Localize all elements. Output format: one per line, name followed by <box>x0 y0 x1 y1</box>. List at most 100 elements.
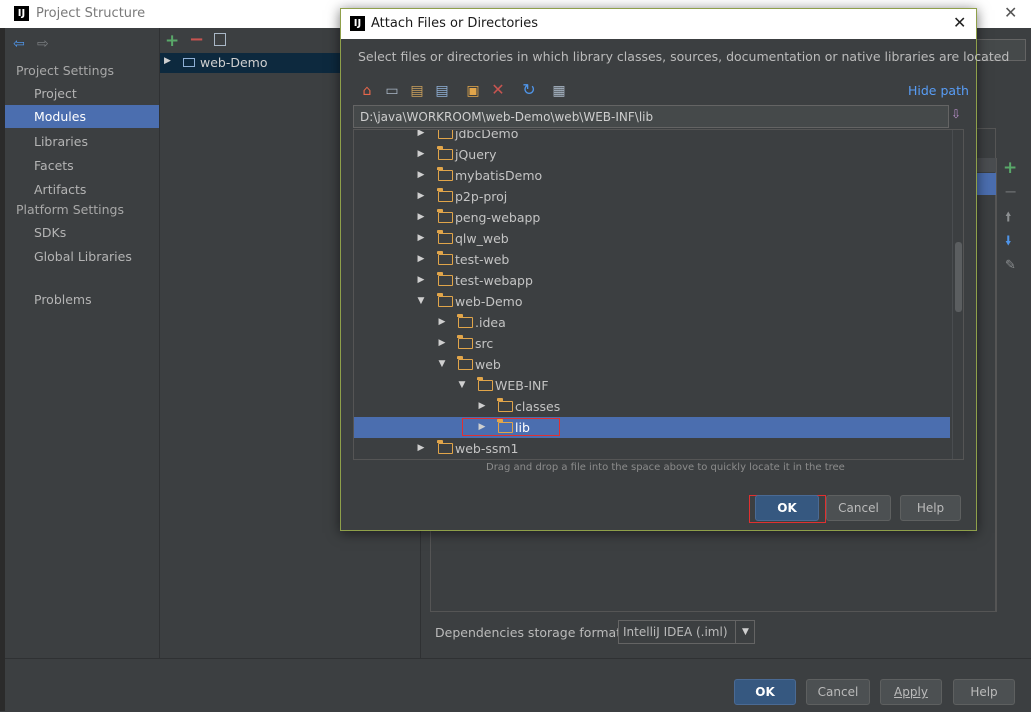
home-icon[interactable]: ⌂ <box>358 83 376 101</box>
expanded-arrow-icon[interactable]: ▼ <box>416 291 426 312</box>
back-arrow-icon[interactable]: ⇦ <box>13 36 25 52</box>
nav-item-sdks[interactable]: SDKs <box>34 225 66 240</box>
dependencies-table-selected-row[interactable] <box>976 173 996 195</box>
expanded-arrow-icon[interactable]: ▼ <box>457 375 467 396</box>
path-value: D:\java\WORKROOM\web-Demo\web\WEB-INF\li… <box>360 110 654 124</box>
remove-module-icon[interactable]: − <box>189 29 204 50</box>
dialog-help-button[interactable]: Help <box>900 495 961 521</box>
dependencies-side-toolbar: + − 🠙 🠛 ✎ <box>996 158 1026 612</box>
copy-module-icon[interactable] <box>214 33 226 46</box>
folder-icon <box>437 440 453 454</box>
tree-row-web-demo[interactable]: ▼ web-Demo <box>354 291 950 312</box>
nav-item-libraries[interactable]: Libraries <box>34 134 88 149</box>
project-ok-button[interactable]: OK <box>734 679 796 705</box>
file-tree[interactable]: ▶ jdbcDemo ▶ jQuery ▶ mybatisDemo ▶ p2p-… <box>353 129 964 460</box>
show-hidden-icon[interactable]: ▦ <box>550 83 568 101</box>
nav-item-artifacts[interactable]: Artifacts <box>34 182 86 197</box>
forward-arrow-icon[interactable]: ⇨ <box>37 36 49 52</box>
nav-item-global-libraries[interactable]: Global Libraries <box>34 249 132 264</box>
scrollbar-thumb[interactable] <box>955 242 962 312</box>
collapsed-arrow-icon[interactable]: ▶ <box>416 165 426 186</box>
tree-label: test-web <box>455 252 510 267</box>
tree-label: mybatisDemo <box>455 168 543 183</box>
collapsed-arrow-icon[interactable]: ▶ <box>416 249 426 270</box>
collapsed-arrow-icon[interactable]: ▶ <box>477 417 487 438</box>
project-cancel-button[interactable]: Cancel <box>806 679 870 705</box>
window-close-icon[interactable]: ✕ <box>1004 3 1017 22</box>
new-folder-icon[interactable]: ▣ <box>464 83 482 101</box>
tree-label: qlw_web <box>455 231 509 246</box>
folder-icon <box>437 251 453 265</box>
path-input[interactable]: D:\java\WORKROOM\web-Demo\web\WEB-INF\li… <box>353 105 949 128</box>
dialog-titlebar: IJ Attach Files or Directories ✕ <box>341 9 976 39</box>
dialog-title: Attach Files or Directories <box>371 16 539 31</box>
module-tree-row[interactable]: ▶ web-Demo <box>160 53 350 73</box>
folder-icon <box>437 146 453 160</box>
add-dependency-icon[interactable]: + <box>1003 158 1017 178</box>
tree-row-src[interactable]: ▶ src <box>354 333 950 354</box>
tree-row-classes[interactable]: ▶ classes <box>354 396 950 417</box>
dialog-close-icon[interactable]: ✕ <box>953 13 966 32</box>
tree-label: p2p-proj <box>455 189 508 204</box>
edit-dependency-icon[interactable]: ✎ <box>1005 258 1016 273</box>
delete-icon[interactable]: ✕ <box>489 82 507 100</box>
module-directory-icon[interactable]: ▤ <box>433 83 451 101</box>
tree-row-web-ssm1[interactable]: ▶ web-ssm1 <box>354 438 950 459</box>
tree-row-p2p-proj[interactable]: ▶ p2p-proj <box>354 186 950 207</box>
tree-row-lib-selected[interactable]: ▶ lib <box>354 417 950 438</box>
collapsed-arrow-icon[interactable]: ▶ <box>437 333 447 354</box>
collapsed-arrow-icon[interactable]: ▶ <box>416 438 426 459</box>
collapsed-arrow-icon[interactable]: ▶ <box>477 396 487 417</box>
nav-item-facets[interactable]: Facets <box>34 158 74 173</box>
collapsed-arrow-icon[interactable]: ▶ <box>416 228 426 249</box>
project-apply-button[interactable]: Apply <box>880 679 942 705</box>
nav-item-modules-selected[interactable]: Modules <box>5 105 159 128</box>
add-module-icon[interactable]: + <box>165 31 179 51</box>
remove-dependency-icon[interactable]: − <box>1004 182 1017 201</box>
folder-icon <box>497 398 513 412</box>
nav-item-project[interactable]: Project <box>34 86 77 101</box>
platform-settings-heading: Platform Settings <box>16 202 124 217</box>
path-history-icon[interactable]: ⇩ <box>949 107 963 125</box>
collapsed-arrow-icon[interactable]: ▶ <box>416 144 426 165</box>
tree-row-web-inf[interactable]: ▼ WEB-INF <box>354 375 950 396</box>
drag-drop-hint: Drag and drop a file into the space abov… <box>486 462 845 473</box>
collapsed-arrow-icon[interactable]: ▶ <box>416 130 426 144</box>
expanded-arrow-icon[interactable]: ▼ <box>437 354 447 375</box>
folder-icon <box>457 356 473 370</box>
desktop-icon[interactable]: ▭ <box>383 83 401 101</box>
tree-row-jquery[interactable]: ▶ jQuery <box>354 144 950 165</box>
refresh-icon[interactable]: ↻ <box>520 82 538 100</box>
tree-row-jdbcdemo[interactable]: ▶ jdbcDemo <box>354 130 950 144</box>
tree-label: test-webapp <box>455 273 533 288</box>
tree-label: src <box>475 336 494 351</box>
tree-row-test-web[interactable]: ▶ test-web <box>354 249 950 270</box>
tree-row-qlw-web[interactable]: ▶ qlw_web <box>354 228 950 249</box>
move-up-icon[interactable]: 🠙 <box>1005 208 1012 230</box>
collapsed-arrow-icon[interactable]: ▶ <box>416 270 426 291</box>
dependencies-format-select[interactable]: IntelliJ IDEA (.iml) ▼ <box>618 620 755 644</box>
project-directory-icon[interactable]: ▤ <box>408 83 426 101</box>
tree-expand-arrow-icon[interactable]: ▶ <box>164 56 171 66</box>
window-title: Project Structure <box>36 6 146 21</box>
dropdown-arrow-icon: ▼ <box>735 621 755 643</box>
tree-row-test-webapp[interactable]: ▶ test-webapp <box>354 270 950 291</box>
dialog-cancel-button[interactable]: Cancel <box>826 495 891 521</box>
tree-row-web[interactable]: ▼ web <box>354 354 950 375</box>
move-down-icon[interactable]: 🠛 <box>1005 232 1012 254</box>
tree-label: .idea <box>475 315 506 330</box>
collapsed-arrow-icon[interactable]: ▶ <box>416 186 426 207</box>
intellij-app-icon: IJ <box>14 6 29 21</box>
collapsed-arrow-icon[interactable]: ▶ <box>437 312 447 333</box>
tree-row-mybatisdemo[interactable]: ▶ mybatisDemo <box>354 165 950 186</box>
collapsed-arrow-icon[interactable]: ▶ <box>416 207 426 228</box>
dependencies-format-label: Dependencies storage format: <box>435 625 626 640</box>
tree-row-peng-webapp[interactable]: ▶ peng-webapp <box>354 207 950 228</box>
hide-path-link[interactable]: Hide path <box>908 83 969 98</box>
dialog-ok-button[interactable]: OK <box>755 495 819 521</box>
tree-label: web-Demo <box>455 294 523 309</box>
tree-vertical-scrollbar[interactable] <box>952 130 963 459</box>
tree-row-idea[interactable]: ▶ .idea <box>354 312 950 333</box>
nav-item-problems[interactable]: Problems <box>34 292 92 307</box>
project-help-button[interactable]: Help <box>953 679 1015 705</box>
